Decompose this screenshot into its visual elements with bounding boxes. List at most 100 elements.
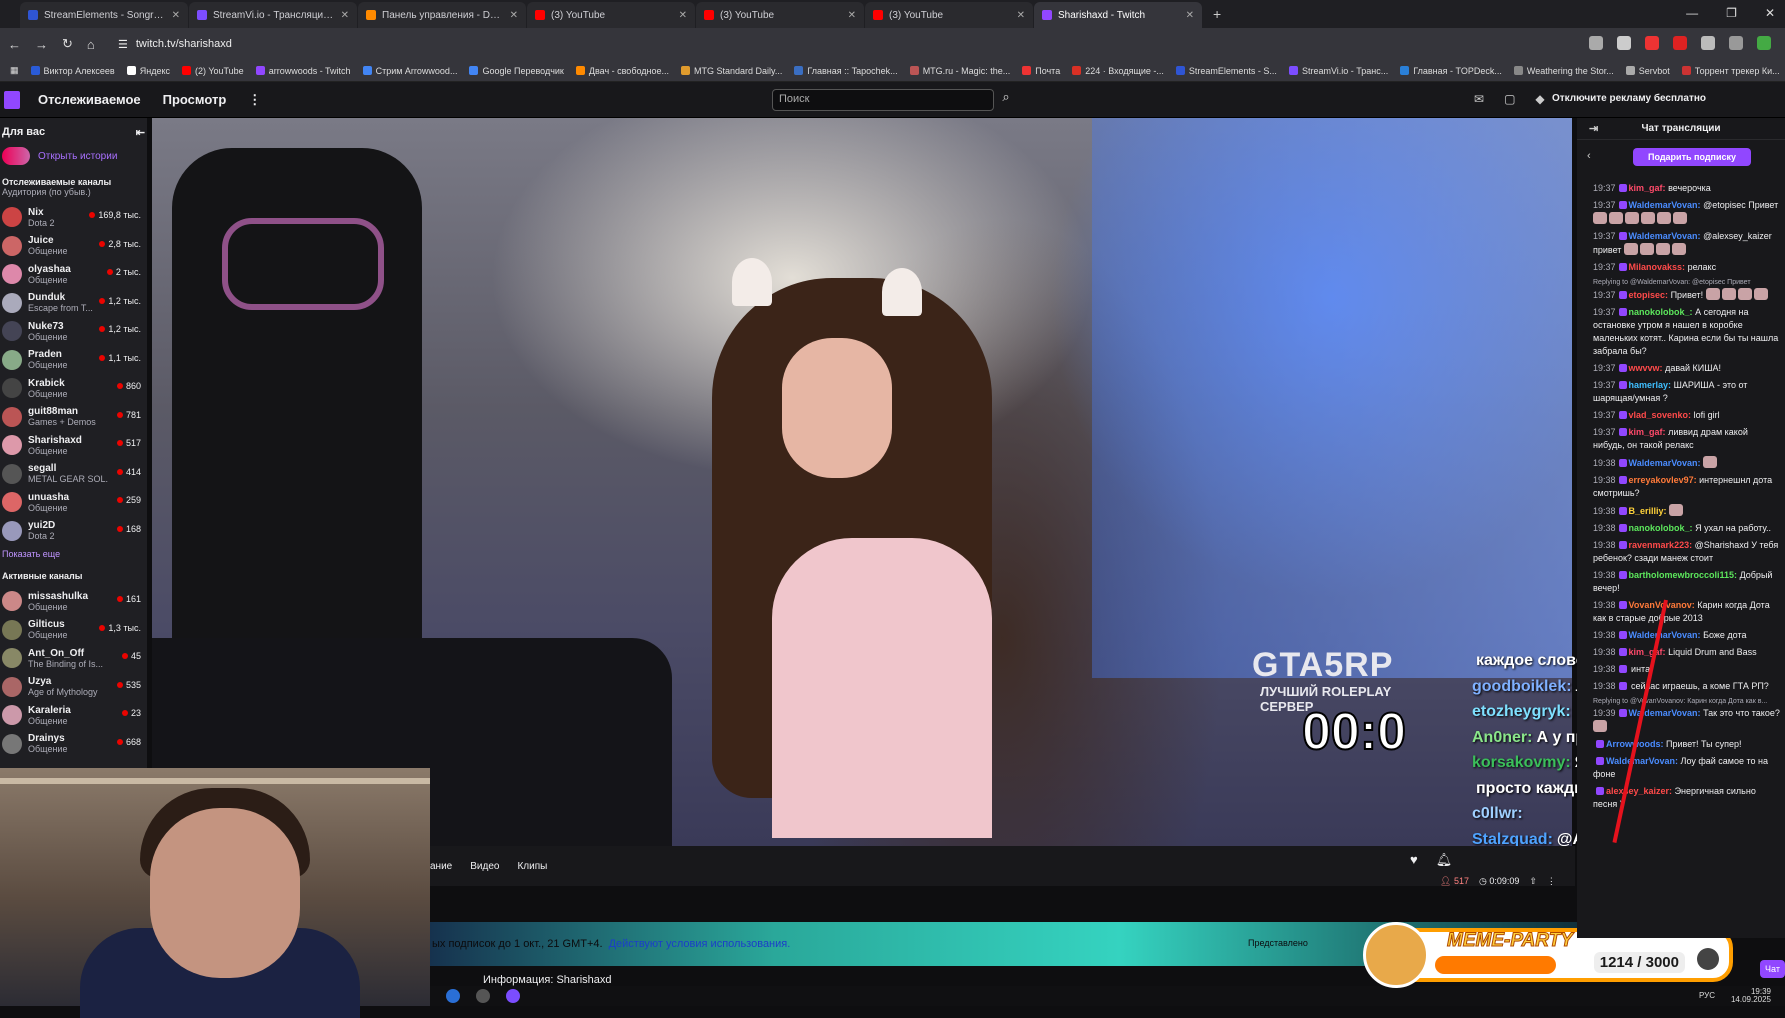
inbox-icon[interactable]: ✉ bbox=[1474, 92, 1484, 106]
bookmark-item[interactable]: Weathering the Stor... bbox=[1513, 66, 1614, 76]
sidebar-channel[interactable]: guit88man Games + Demos 781 bbox=[0, 403, 147, 432]
chat-username[interactable]: ravenmark223: bbox=[1629, 540, 1693, 550]
minimize-icon[interactable]: — bbox=[1686, 6, 1698, 20]
sidebar-channel[interactable]: unuasha Общение 259 bbox=[0, 488, 147, 517]
browser-tab[interactable]: StreamElements - Songrequest✕ bbox=[20, 2, 188, 28]
sidebar-channel[interactable]: Praden Общение 1,1 тыс. bbox=[0, 346, 147, 375]
new-tab-icon[interactable]: + bbox=[1203, 6, 1231, 22]
browser-tab[interactable]: Панель управления - Donation✕ bbox=[358, 2, 526, 28]
sidebar-channel[interactable]: Ant_On_Off The Binding of Is... 45 bbox=[0, 644, 147, 673]
share-icon[interactable]: ⇧ bbox=[1529, 876, 1537, 887]
chat-username[interactable]: nanokolobok_: bbox=[1629, 307, 1693, 317]
more-menu-icon[interactable]: ⋮ bbox=[248, 92, 261, 108]
sidebar-channel[interactable]: Uzya Age of Mythology 535 bbox=[0, 673, 147, 702]
more-options-icon[interactable]: ⋮ bbox=[1547, 876, 1556, 887]
sidebar-channel[interactable]: missashulka Общение 161 bbox=[0, 587, 147, 616]
chat-username[interactable]: bartholomewbroccoli115: bbox=[1629, 570, 1738, 580]
browser-tab[interactable]: (3) YouTube ✕ bbox=[696, 2, 864, 28]
twitch-logo-icon[interactable] bbox=[4, 90, 20, 109]
chat-username[interactable]: WaldemarVovan: bbox=[1606, 756, 1678, 766]
bookmark-item[interactable]: Главная - TOPDeck... bbox=[1400, 66, 1502, 76]
sidebar-channel[interactable]: segall METAL GEAR SOL... 414 bbox=[0, 460, 147, 489]
browser-tab[interactable]: Sharishaxd - Twitch ✕ bbox=[1034, 2, 1202, 28]
browser-tab[interactable]: (3) YouTube ✕ bbox=[865, 2, 1033, 28]
bookmark-item[interactable]: StreamElements - S... bbox=[1175, 66, 1277, 76]
sidebar-channel[interactable]: Nuke73 Общение 1,2 тыс. bbox=[0, 317, 147, 346]
tab-close-icon[interactable]: ✕ bbox=[1011, 10, 1025, 21]
nav-following[interactable]: Отслеживаемое bbox=[38, 92, 141, 107]
extension-icon[interactable] bbox=[1701, 36, 1715, 50]
system-clock[interactable]: 19:39 14.09.2025 bbox=[1731, 988, 1771, 1004]
tab-close-icon[interactable]: ✕ bbox=[1180, 10, 1194, 21]
chat-username[interactable]: WaldemarVovan: bbox=[1629, 458, 1701, 468]
sidebar-channel[interactable]: Dunduk Escape from T... 1,2 тыс. bbox=[0, 289, 147, 318]
chat-username[interactable]: kim_gaf: bbox=[1629, 427, 1666, 437]
chevron-left-icon[interactable]: ‹ bbox=[1587, 150, 1591, 162]
collapse-chat-icon[interactable]: ⇥ bbox=[1589, 122, 1598, 135]
input-language[interactable]: РУС bbox=[1699, 991, 1715, 1000]
bookmark-item[interactable]: Google Переводчик bbox=[469, 66, 564, 76]
bookmark-item[interactable]: (2) YouTube bbox=[181, 66, 244, 76]
bookmark-item[interactable]: arrowwoods - Twitch bbox=[255, 66, 351, 76]
chat-username[interactable]: WaldemarVovan: bbox=[1629, 231, 1701, 241]
sidebar-channel[interactable]: Nix Dota 2 169,8 тыс. bbox=[0, 203, 147, 232]
chat-username[interactable]: B_erilliy: bbox=[1629, 506, 1667, 516]
star-icon[interactable] bbox=[1617, 36, 1631, 50]
show-more-link[interactable]: Показать еще bbox=[0, 545, 147, 563]
bookmark-item[interactable]: 224 · Входящие -... bbox=[1072, 66, 1164, 76]
bookmark-item[interactable]: Торрент трекер Ки... bbox=[1681, 66, 1780, 76]
extension-icon[interactable] bbox=[1673, 36, 1687, 50]
browser-tab[interactable]: (3) YouTube ✕ bbox=[527, 2, 695, 28]
url-field[interactable]: ☰ twitch.tv/sharishaxd bbox=[118, 34, 1558, 54]
tab-clips[interactable]: Клипы bbox=[517, 861, 547, 872]
tab-close-icon[interactable]: ✕ bbox=[166, 10, 180, 21]
apps-icon[interactable]: ▦ bbox=[10, 65, 19, 76]
chat-button[interactable]: Чат bbox=[1760, 960, 1785, 978]
tab-close-icon[interactable]: ✕ bbox=[504, 10, 518, 21]
bell-icon[interactable]: 🔔︎ bbox=[1436, 852, 1453, 868]
followed-sort[interactable]: Аудитория (по убыв.) bbox=[0, 187, 147, 203]
video-player[interactable]: GTA5RP ЛУЧШИЙ ROLEPLAY СЕРВЕР 00:0 bbox=[152, 118, 1572, 846]
bookmark-item[interactable]: MTG.ru - Magic: the... bbox=[909, 66, 1010, 76]
bookmark-item[interactable]: MTG Standard Daily... bbox=[681, 66, 782, 76]
bookmark-item[interactable]: Servbot bbox=[1625, 66, 1670, 76]
open-stories-button[interactable]: Открыть истории bbox=[0, 143, 147, 169]
adfree-button[interactable]: Отключите рекламу бесплатно bbox=[1552, 93, 1706, 104]
reload-icon[interactable]: ↻ bbox=[62, 36, 73, 52]
chat-username[interactable]: erreyakovlev97: bbox=[1629, 475, 1697, 485]
sidebar-channel[interactable]: Juice Общение 2,8 тыс. bbox=[0, 232, 147, 261]
bookmark-item[interactable]: Стрим Arrowwood... bbox=[362, 66, 457, 76]
sidebar-channel[interactable]: Krabick Общение 860 bbox=[0, 374, 147, 403]
bookmark-item[interactable]: Виктор Алексеев bbox=[30, 66, 115, 76]
chat-username[interactable]: kim_gaf: bbox=[1629, 647, 1666, 657]
chat-username[interactable]: WaldemarVovan: bbox=[1629, 200, 1701, 210]
search-input[interactable]: Поиск bbox=[772, 89, 994, 111]
extension-icon[interactable] bbox=[1645, 36, 1659, 50]
nav-browse[interactable]: Просмотр bbox=[163, 92, 227, 107]
heart-icon[interactable]: ♥ bbox=[1410, 852, 1418, 868]
profile-icon[interactable] bbox=[1757, 36, 1771, 50]
bookmark-item[interactable]: Почта bbox=[1022, 66, 1060, 76]
close-icon[interactable]: ✕ bbox=[1765, 6, 1775, 20]
tab-videos[interactable]: Видео bbox=[470, 861, 499, 872]
home-icon[interactable]: ⌂ bbox=[87, 37, 95, 52]
terms-link[interactable]: Действуют условия использования. bbox=[609, 938, 791, 950]
chat-username[interactable]: kim_gaf: bbox=[1629, 183, 1666, 193]
sidebar-channel[interactable]: Drainys Общение 668 bbox=[0, 730, 147, 759]
chat-username[interactable]: wwvvw: bbox=[1629, 363, 1663, 373]
chat-username[interactable]: WaldemarVovan: bbox=[1629, 630, 1701, 640]
bookmark-item[interactable]: Двач - свободное... bbox=[575, 66, 669, 76]
prime-icon[interactable]: ◆ bbox=[1535, 92, 1544, 106]
tab-close-icon[interactable]: ✕ bbox=[673, 10, 687, 21]
bookmark-item[interactable]: Яндекс bbox=[126, 66, 170, 76]
app-icon[interactable] bbox=[446, 989, 460, 1003]
chat-username[interactable]: vlad_sovenko: bbox=[1629, 410, 1692, 420]
collapse-icon[interactable]: ⇤ bbox=[136, 126, 145, 139]
sidebar-channel[interactable]: Karaleria Общение 23 bbox=[0, 701, 147, 730]
puzzle-icon[interactable] bbox=[1729, 36, 1743, 50]
app-icon[interactable] bbox=[506, 989, 520, 1003]
site-info-icon[interactable]: ☰ bbox=[118, 38, 128, 51]
back-icon[interactable]: ← bbox=[8, 37, 21, 52]
chat-username[interactable]: etopisec: bbox=[1629, 290, 1669, 300]
search-icon[interactable]: ⌕ bbox=[996, 89, 1016, 111]
